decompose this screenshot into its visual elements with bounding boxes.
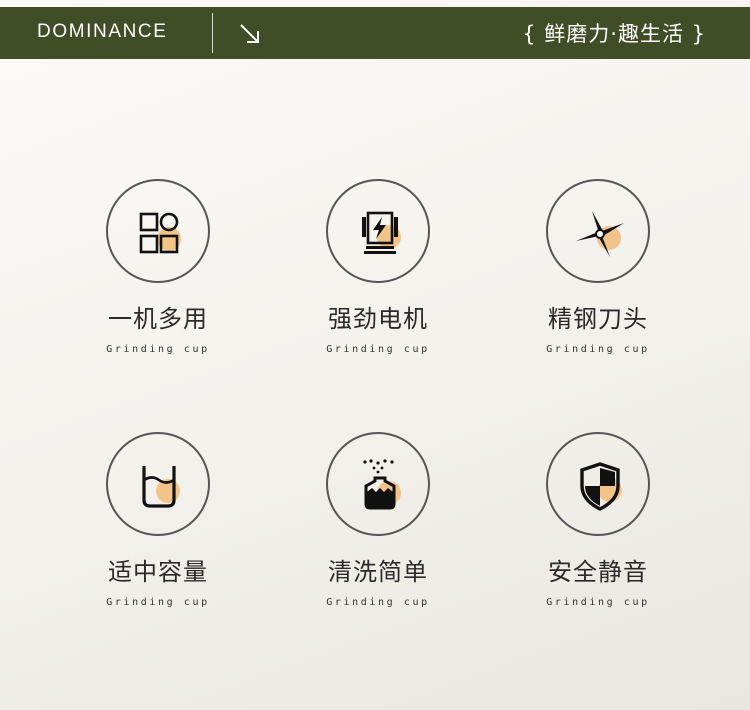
feature-safety: 安全静音 Grinding cup [508, 432, 688, 608]
cup-capacity-icon [142, 466, 180, 508]
top-banner: DOMINANCE { 鲜磨力·趣生活 } [0, 7, 750, 59]
slogan: { 鲜磨力·趣生活 } [522, 22, 706, 46]
feature-title: 精钢刀头 [548, 305, 648, 333]
feature-title: 一机多用 [108, 305, 208, 333]
safety-shield-icon [580, 462, 622, 511]
feature-easy-clean: 清洗简单 Grinding cup [288, 432, 468, 608]
easy-clean-icon [363, 459, 401, 510]
blade-icon [576, 211, 624, 257]
feature-title: 安全静音 [548, 558, 648, 586]
feature-motor: 强劲电机 Grinding cup [288, 179, 468, 355]
motor-lightning-icon [362, 211, 401, 254]
feature-subtitle: Grinding cup [106, 344, 210, 355]
icon-circle [326, 432, 430, 536]
feature-capacity: 适中容量 Grinding cup [68, 432, 248, 608]
feature-title: 适中容量 [108, 558, 208, 586]
multi-use-grid-icon [139, 212, 181, 254]
brand-name: DOMINANCE [37, 21, 168, 42]
feature-blade: 精钢刀头 Grinding cup [508, 179, 688, 355]
icon-circle [106, 179, 210, 283]
icon-circle [546, 179, 650, 283]
feature-subtitle: Grinding cup [326, 344, 430, 355]
feature-title: 强劲电机 [328, 305, 428, 333]
icon-circle [326, 179, 430, 283]
icon-circle [546, 432, 650, 536]
arrow-down-right-icon [240, 24, 259, 43]
header-divider [212, 13, 213, 53]
feature-subtitle: Grinding cup [546, 597, 650, 608]
feature-multi-use: 一机多用 Grinding cup [68, 179, 248, 355]
icon-circle [106, 432, 210, 536]
feature-title: 清洗简单 [328, 558, 428, 586]
feature-subtitle: Grinding cup [106, 597, 210, 608]
feature-subtitle: Grinding cup [546, 344, 650, 355]
feature-subtitle: Grinding cup [326, 597, 430, 608]
